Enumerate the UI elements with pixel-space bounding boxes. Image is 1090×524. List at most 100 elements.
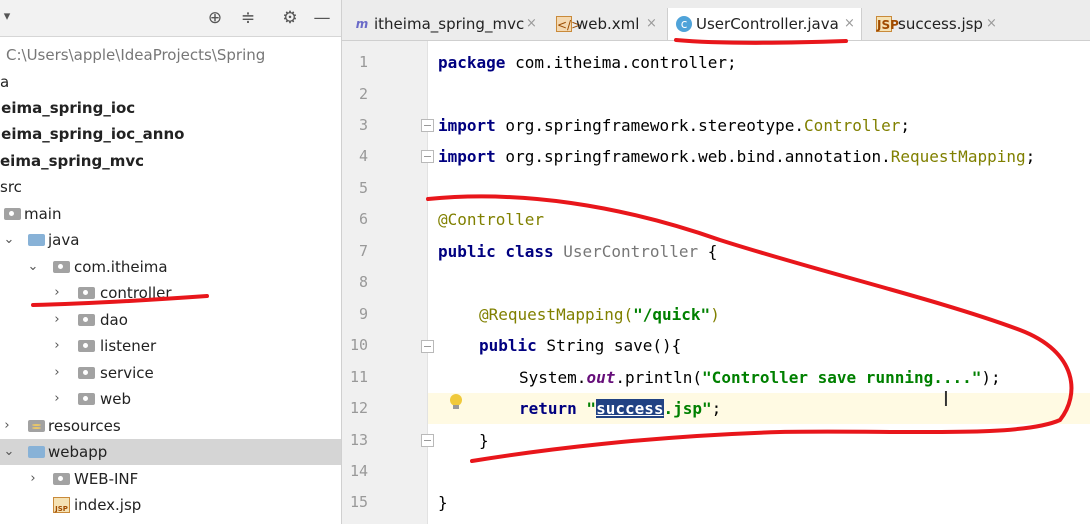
tree-item-webapp[interactable]: ⌄ webapp bbox=[0, 439, 341, 465]
code-line-4[interactable]: import org.springframework.web.bind.anno… bbox=[438, 141, 1035, 172]
line-number: 12 bbox=[349, 399, 368, 417]
settings-gear-icon[interactable]: ⚙ bbox=[278, 6, 302, 30]
static-field: out bbox=[586, 368, 616, 387]
package-icon bbox=[78, 393, 95, 405]
folder-icon bbox=[53, 473, 70, 485]
code-line-3[interactable]: import org.springframework.stereotype.Co… bbox=[438, 110, 910, 141]
import-path: org.springframework.web.bind.annotation. bbox=[495, 147, 891, 166]
line-number: 10 bbox=[349, 336, 368, 354]
jsp-file-icon: JSP bbox=[53, 497, 70, 513]
editor-tab-bar: m itheima_spring_mvc × </> web.xml × c U… bbox=[342, 0, 1090, 41]
hide-panel-icon[interactable]: — bbox=[310, 6, 334, 30]
fold-marker-icon[interactable] bbox=[421, 340, 434, 353]
tree-item-label: com.itheima bbox=[74, 258, 168, 276]
chevron-right-icon[interactable]: › bbox=[26, 466, 40, 492]
tree-item-label: ieima_spring_ioc_anno bbox=[0, 125, 185, 143]
line-number: 4 bbox=[358, 147, 368, 165]
tree-item-label: web bbox=[100, 390, 132, 408]
tree-item-label: ieima_spring_ioc bbox=[0, 99, 136, 117]
tree-item-label: controller bbox=[100, 284, 172, 302]
string-quote: " bbox=[576, 399, 597, 418]
chevron-right-icon[interactable]: › bbox=[50, 280, 64, 306]
line-number: 9 bbox=[358, 305, 368, 323]
tab-label: web.xml bbox=[576, 15, 640, 33]
jsp-file-icon: JSP bbox=[876, 16, 899, 32]
fold-marker-icon[interactable] bbox=[421, 119, 434, 132]
string-literal: .jsp" bbox=[663, 399, 712, 418]
folder-icon bbox=[4, 208, 21, 220]
package-icon bbox=[78, 314, 95, 326]
semicolon: ; bbox=[711, 399, 722, 418]
semicolon: ; bbox=[1025, 147, 1036, 166]
tab-user-controller-java[interactable]: c UserController.java × bbox=[667, 8, 862, 40]
line-number: 7 bbox=[358, 242, 368, 260]
tab-itheima-spring-mvc[interactable]: m itheima_spring_mvc × bbox=[350, 8, 540, 40]
close-icon[interactable]: × bbox=[986, 8, 997, 40]
code-line-9[interactable]: @RequestMapping("/quick") bbox=[479, 299, 720, 330]
fold-marker-icon[interactable] bbox=[421, 150, 434, 163]
tab-label: success.jsp bbox=[898, 15, 983, 33]
selected-text[interactable]: success bbox=[596, 399, 664, 418]
tree-item-label: service bbox=[100, 364, 154, 382]
keyword: public bbox=[479, 336, 537, 355]
package-name: com.itheima.controller; bbox=[505, 53, 737, 72]
string-literal: "/quick" bbox=[633, 305, 711, 324]
package-icon bbox=[53, 261, 70, 273]
package-icon bbox=[78, 367, 95, 379]
line-number: 3 bbox=[358, 116, 368, 134]
code-line-10[interactable]: public String save(){ bbox=[479, 330, 681, 361]
code-line-11[interactable]: System.out.println("Controller save runn… bbox=[519, 362, 1001, 393]
close-icon[interactable]: × bbox=[646, 8, 657, 40]
line-number: 5 bbox=[358, 179, 368, 197]
resources-folder-icon bbox=[28, 420, 45, 432]
code-line-1[interactable]: package com.itheima.controller; bbox=[438, 47, 737, 78]
keyword: import bbox=[438, 147, 496, 166]
close-icon[interactable]: × bbox=[526, 8, 537, 40]
chevron-right-icon[interactable]: › bbox=[50, 386, 64, 412]
line-number: 8 bbox=[358, 273, 368, 291]
chevron-right-icon[interactable]: › bbox=[50, 360, 64, 386]
close-icon[interactable]: × bbox=[844, 8, 855, 40]
tab-success-jsp[interactable]: JSP success.jsp × bbox=[872, 8, 1002, 40]
tree-item-label: a bbox=[0, 73, 10, 91]
annotation: @RequestMapping( bbox=[479, 305, 634, 324]
tree-item-label: resources bbox=[48, 417, 121, 435]
tree-item-label: listener bbox=[100, 337, 157, 355]
line-number: 15 bbox=[349, 493, 368, 511]
line-number: 11 bbox=[349, 368, 368, 386]
code-line-12[interactable]: return "success.jsp"; bbox=[519, 393, 721, 424]
code-line-7[interactable]: public class UserController { bbox=[438, 236, 717, 267]
tree-item-label: C:\Users\apple\IdeaProjects\Spring bbox=[6, 46, 266, 64]
collapse-all-icon[interactable]: ≑ bbox=[236, 6, 260, 30]
chevron-down-icon[interactable]: ⌄ bbox=[26, 254, 40, 280]
code-line-6[interactable]: @Controller bbox=[438, 204, 544, 235]
chevron-down-icon[interactable]: ⌄ bbox=[2, 439, 16, 465]
keyword: public class bbox=[438, 242, 554, 261]
code-line-15[interactable]: } bbox=[438, 487, 448, 518]
keyword: return bbox=[519, 399, 577, 418]
tab-label: UserController.java bbox=[696, 15, 839, 33]
tree-item-label: src bbox=[0, 178, 22, 196]
chevron-right-icon[interactable]: › bbox=[50, 307, 64, 333]
method-call: .println( bbox=[615, 368, 703, 387]
project-toolbar: ▾ ⊕ ≑ ⚙ — bbox=[0, 0, 341, 37]
m-module-icon: m bbox=[355, 17, 369, 31]
java-class-icon: c bbox=[676, 16, 692, 32]
chevron-right-icon[interactable]: › bbox=[50, 333, 64, 359]
tab-web-xml[interactable]: </> web.xml × bbox=[552, 8, 660, 40]
package-icon bbox=[78, 340, 95, 352]
chevron-down-icon[interactable]: ⌄ bbox=[2, 227, 16, 253]
import-class: Controller bbox=[804, 116, 901, 135]
lightbulb-icon[interactable] bbox=[450, 394, 462, 410]
line-number: 6 bbox=[358, 210, 368, 228]
semicolon: ); bbox=[981, 368, 1001, 387]
line-number: 2 bbox=[358, 85, 368, 103]
tab-label: itheima_spring_mvc bbox=[374, 15, 525, 33]
fold-marker-icon[interactable] bbox=[421, 434, 434, 447]
paren: ) bbox=[710, 305, 720, 324]
code-line-13[interactable]: } bbox=[479, 425, 489, 456]
semicolon: ; bbox=[900, 116, 911, 135]
chevron-right-icon[interactable]: › bbox=[0, 413, 14, 439]
web-folder-icon bbox=[28, 446, 45, 458]
locate-target-icon[interactable]: ⊕ bbox=[203, 6, 227, 30]
